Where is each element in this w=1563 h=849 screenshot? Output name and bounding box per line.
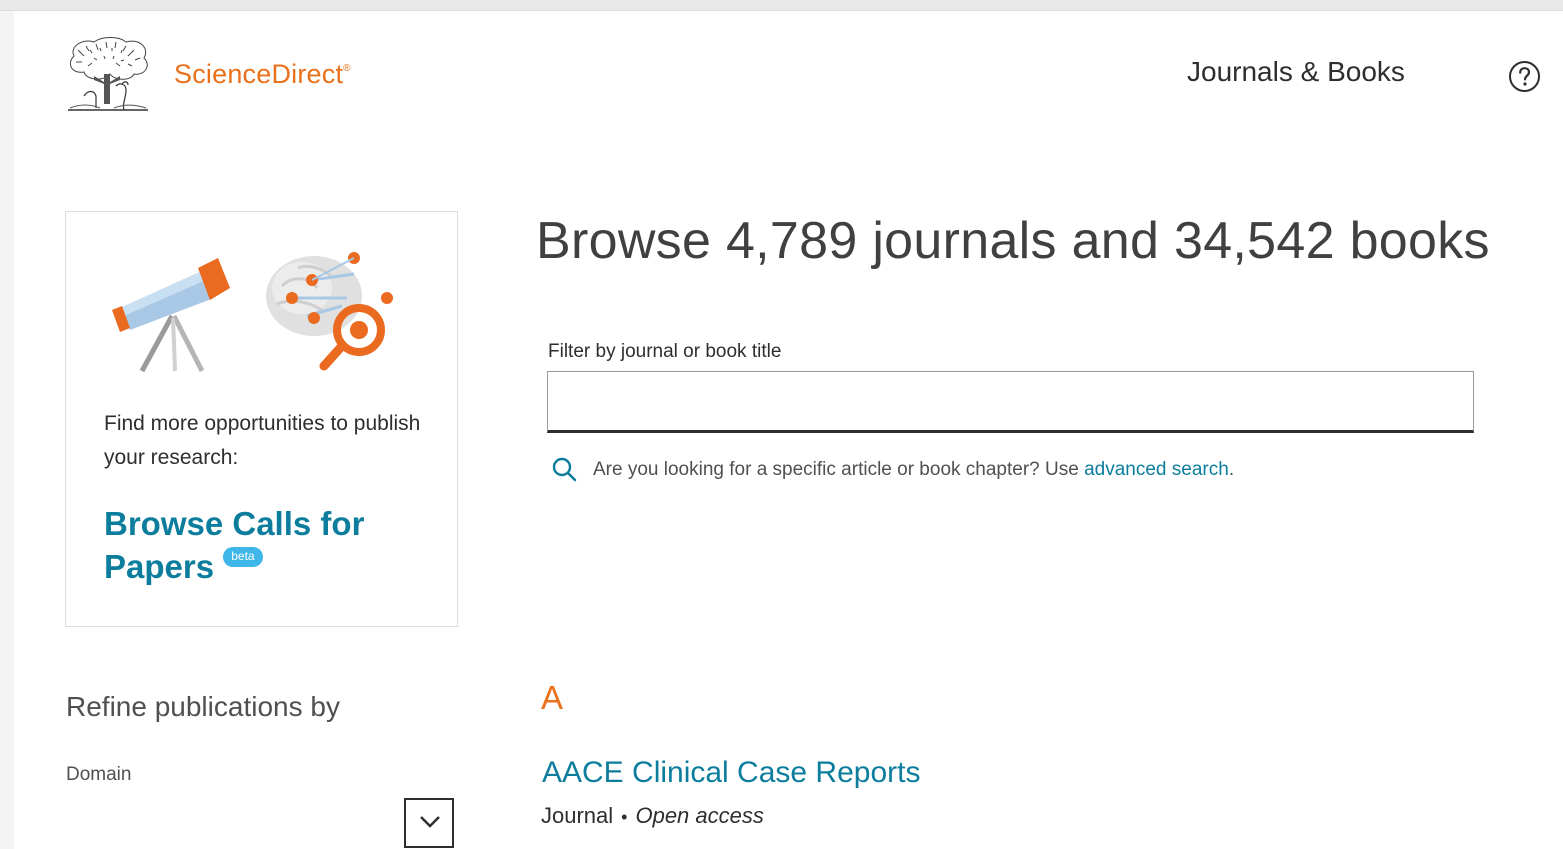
search-icon bbox=[552, 457, 577, 482]
telescope-icon bbox=[112, 258, 230, 373]
chevron-down-icon bbox=[420, 816, 440, 828]
brand-registered-mark: ® bbox=[343, 63, 351, 74]
promo-description: Find more opportunities to publish your … bbox=[104, 412, 421, 469]
advanced-search-hint: Are you looking for a specific article o… bbox=[593, 459, 1234, 481]
page-title: Browse 4,789 journals and 34,542 books bbox=[536, 212, 1490, 270]
hint-text: Are you looking for a specific article o… bbox=[593, 459, 1079, 480]
separator-dot: • bbox=[621, 807, 628, 827]
page: ScienceDirect® Journals & Books Find mor… bbox=[14, 11, 1563, 849]
beta-badge: beta bbox=[223, 547, 263, 568]
publication-meta: Journal • Open access bbox=[541, 803, 764, 829]
brand-name-text: ScienceDirect bbox=[174, 59, 344, 89]
question-circle-icon[interactable] bbox=[1508, 60, 1541, 93]
nav-journals-books-link[interactable]: Journals & Books bbox=[1187, 56, 1405, 88]
browse-calls-for-papers-link[interactable]: Browse Calls for Papers beta bbox=[104, 502, 424, 588]
calls-for-papers-card: Find more opportunities to publish your … bbox=[65, 211, 458, 627]
elsevier-tree-logo[interactable] bbox=[64, 36, 152, 114]
domain-dropdown-toggle[interactable] bbox=[404, 798, 454, 848]
hint-suffix: . bbox=[1228, 459, 1235, 480]
advanced-search-link[interactable]: advanced search bbox=[1084, 459, 1229, 480]
publication-title-link[interactable]: AACE Clinical Case Reports bbox=[542, 756, 920, 790]
domain-filter-label: Domain bbox=[66, 764, 132, 785]
alphabet-section-heading: A bbox=[541, 679, 564, 716]
brand-name[interactable]: ScienceDirect® bbox=[174, 59, 351, 90]
browse-calls-for-papers-label: Browse Calls for Papers bbox=[104, 505, 365, 585]
filter-label: Filter by journal or book title bbox=[548, 341, 782, 362]
brain-target-icon bbox=[266, 252, 393, 371]
publication-type: Journal bbox=[541, 803, 614, 828]
filter-input[interactable] bbox=[547, 371, 1474, 433]
refine-publications-heading: Refine publications by bbox=[66, 691, 340, 722]
telescope-research-illustration bbox=[112, 252, 393, 373]
open-access-label: Open access bbox=[635, 803, 764, 828]
browser-top-border bbox=[0, 0, 1563, 11]
